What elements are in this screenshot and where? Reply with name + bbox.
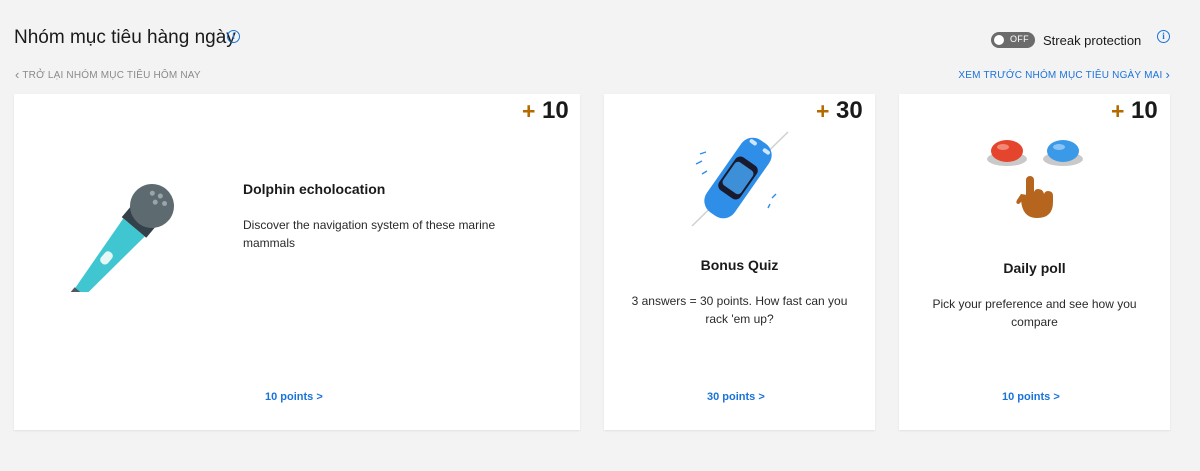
info-icon[interactable]: i: [227, 30, 240, 43]
card-points-badge: 10: [1131, 97, 1158, 124]
back-link-label: TRỞ LẠI NHÓM MỤC TIÊU HÔM NAY: [22, 70, 201, 81]
streak-protection-label: Streak protection: [1043, 33, 1142, 48]
toggle-state-label: OFF: [1010, 34, 1029, 44]
card-description: 3 answers = 30 points. How fast can you …: [631, 294, 848, 326]
card-points-link[interactable]: 10 points >: [265, 391, 323, 403]
chevron-left-icon: ‹: [15, 67, 20, 82]
card-points-badge: 30: [836, 97, 863, 124]
chevron-right-icon: ›: [1165, 67, 1170, 82]
back-to-today-link[interactable]: ‹ TRỞ LẠI NHÓM MỤC TIÊU HÔM NAY: [15, 67, 201, 82]
card-title: Daily poll: [1003, 260, 1066, 276]
streak-info-icon[interactable]: i: [1157, 30, 1170, 43]
plus-icon: +: [1111, 98, 1125, 124]
card-title: Bonus Quiz: [700, 257, 779, 273]
buttons-hand-icon: [987, 140, 1083, 218]
card-bonus-quiz[interactable]: + 30 Bonus Quiz 3 answers = 30 points. H…: [604, 94, 875, 430]
page-title: Nhóm mục tiêu hàng ngày: [14, 27, 236, 48]
toggle-knob: [994, 35, 1004, 45]
card-description: Pick your preference and see how you com…: [932, 297, 1137, 329]
plus-icon: +: [816, 98, 830, 124]
card-points-link[interactable]: 30 points >: [707, 391, 765, 403]
card-description: Discover the navigation system of these …: [243, 218, 496, 250]
microphone-icon: [66, 184, 174, 292]
car-icon: [691, 131, 789, 227]
preview-tomorrow-link[interactable]: XEM TRƯỚC NHÓM MỤC TIÊU NGÀY MAI ›: [958, 67, 1170, 82]
next-link-label: XEM TRƯỚC NHÓM MỤC TIÊU NGÀY MAI: [958, 70, 1163, 81]
card-dolphin-echolocation[interactable]: + 10 Dolphin echolocation Discover the n…: [14, 94, 580, 430]
streak-protection-toggle[interactable]: OFF: [991, 32, 1035, 48]
card-points-badge: 10: [542, 97, 569, 124]
plus-icon: +: [522, 98, 536, 124]
card-daily-poll[interactable]: + 10 Daily poll Pick your preference and…: [899, 94, 1170, 430]
card-points-link[interactable]: 10 points >: [1002, 391, 1060, 403]
card-title: Dolphin echolocation: [243, 181, 386, 197]
